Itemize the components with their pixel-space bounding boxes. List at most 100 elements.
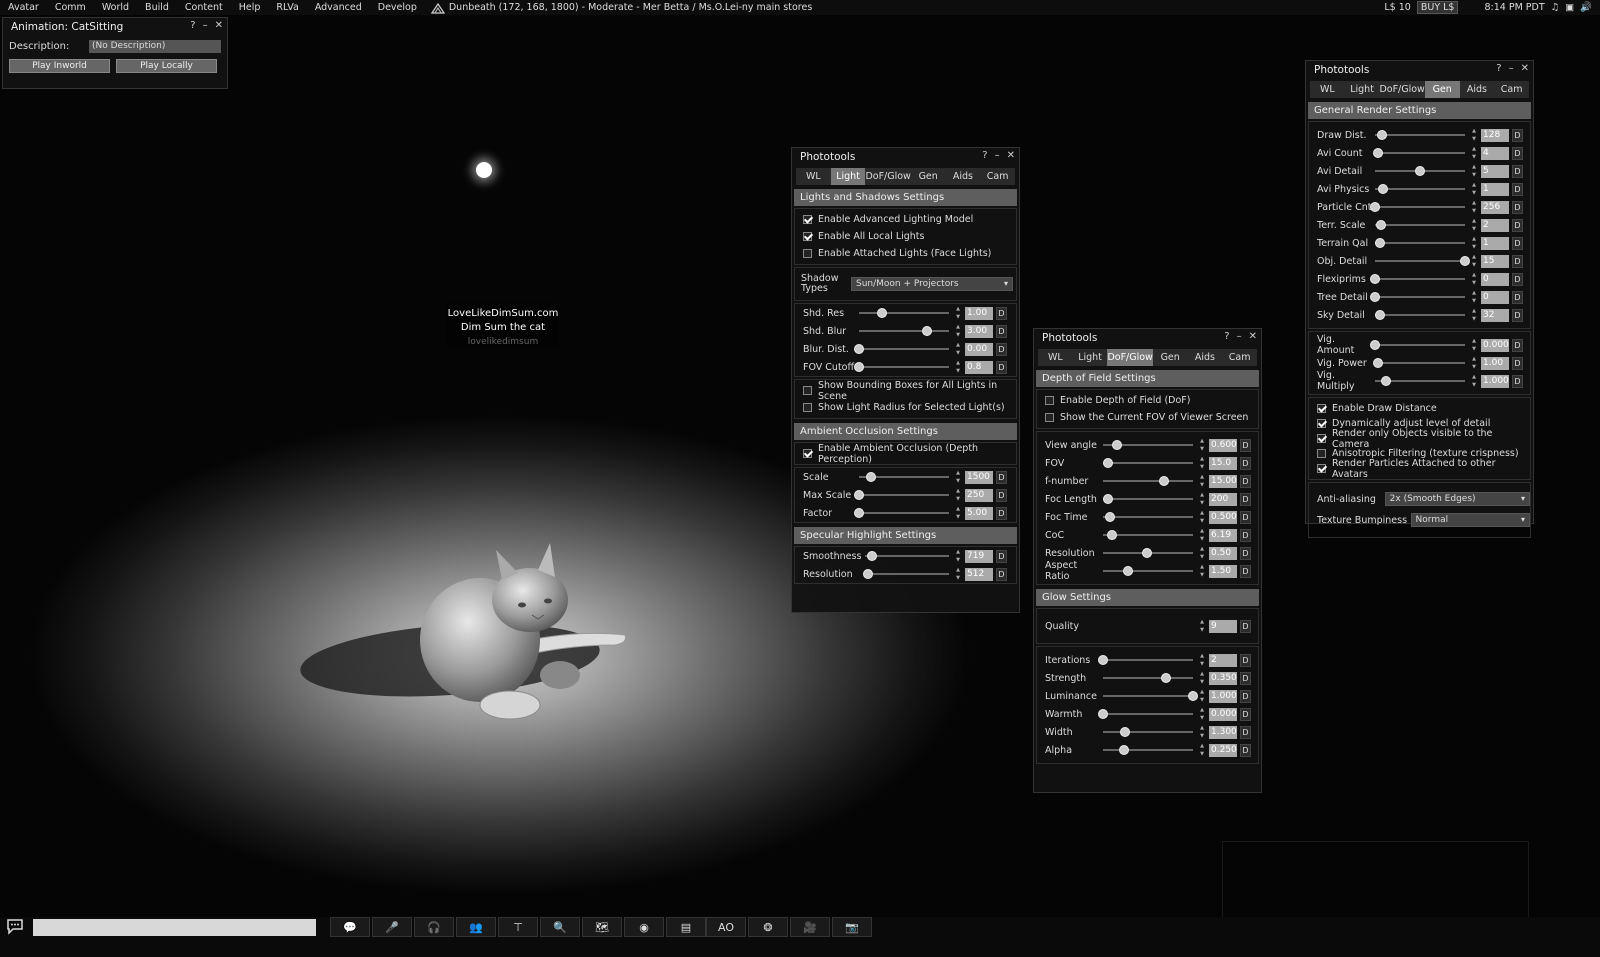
default-button[interactable]: D — [1240, 689, 1251, 703]
slider-handle[interactable] — [1376, 220, 1387, 230]
value-field[interactable]: 0.8 — [965, 360, 993, 374]
value-field[interactable]: 0.50 — [1209, 546, 1237, 560]
value-field[interactable]: 1.300 — [1209, 725, 1237, 739]
value-field[interactable]: 5 — [1481, 164, 1509, 178]
value-field[interactable]: 0.600 — [1209, 438, 1237, 452]
slider-handle[interactable] — [1098, 709, 1108, 719]
default-button[interactable]: D — [996, 488, 1007, 502]
value-field[interactable]: 128 — [1481, 128, 1509, 142]
slider-handle[interactable] — [1460, 256, 1470, 266]
checkbox-row[interactable]: Show Bounding Boxes for All Lights in Sc… — [795, 380, 1016, 402]
value-field[interactable]: 1 — [1481, 182, 1509, 196]
slider[interactable] — [1375, 129, 1465, 141]
slider-handle[interactable] — [1370, 340, 1380, 350]
default-button[interactable]: D — [1240, 619, 1251, 633]
spinner[interactable]: ▲ ▼ — [955, 549, 961, 563]
slider[interactable] — [1103, 475, 1193, 487]
spinner[interactable]: ▲ ▼ — [955, 470, 961, 484]
default-button[interactable]: D — [1512, 182, 1523, 196]
nearby-chat-input[interactable] — [33, 919, 316, 936]
help-icon[interactable]: ? — [1496, 63, 1501, 74]
microphone-icon[interactable]: 🎤 — [372, 917, 412, 937]
value-field[interactable]: 2 — [1481, 218, 1509, 232]
default-button[interactable]: D — [1512, 200, 1523, 214]
help-icon[interactable]: ? — [982, 150, 987, 161]
default-button[interactable]: D — [996, 567, 1007, 581]
slider[interactable] — [1375, 219, 1465, 231]
default-button[interactable]: D — [996, 306, 1007, 320]
checkbox[interactable] — [1317, 449, 1326, 458]
default-button[interactable]: D — [1240, 743, 1251, 757]
spinner[interactable]: ▲ ▼ — [1471, 164, 1477, 178]
slider-handle[interactable] — [1119, 727, 1130, 737]
slider-handle[interactable] — [1105, 512, 1116, 522]
value-field[interactable]: 0.000 — [1209, 707, 1237, 721]
ao-button[interactable]: AO — [706, 917, 746, 937]
value-field[interactable]: 719 — [965, 549, 993, 563]
value-field[interactable]: 256 — [1481, 200, 1509, 214]
slider-handle[interactable] — [1415, 166, 1425, 176]
spinner[interactable]: ▲ ▼ — [1471, 338, 1477, 352]
value-field[interactable]: 1 — [1481, 236, 1509, 250]
default-button[interactable]: D — [1512, 236, 1523, 250]
quality-value[interactable]: 9 — [1209, 619, 1237, 633]
menu-comm[interactable]: Comm — [47, 2, 94, 13]
value-field[interactable]: 15.00 — [1209, 474, 1237, 488]
slider[interactable] — [1370, 291, 1465, 303]
value-field[interactable]: 1500 — [965, 470, 993, 484]
checkbox[interactable] — [803, 232, 812, 241]
value-field[interactable]: 1.000 — [1209, 689, 1237, 703]
default-button[interactable]: D — [996, 549, 1007, 563]
checkbox[interactable] — [803, 215, 812, 224]
slider-handle[interactable] — [921, 326, 932, 336]
value-field[interactable]: 15 — [1481, 254, 1509, 268]
checkbox-row[interactable]: Enable Advanced Lighting Model — [795, 211, 1016, 228]
inventory-icon[interactable]: ▤ — [666, 917, 706, 937]
slider-handle[interactable] — [863, 569, 874, 579]
slider[interactable] — [1374, 237, 1465, 249]
spinner[interactable]: ▲ ▼ — [1471, 182, 1477, 196]
menu-help[interactable]: Help — [231, 2, 269, 13]
tab-aids[interactable]: Aids — [1460, 81, 1495, 98]
slider-handle[interactable] — [1374, 238, 1385, 248]
checkbox[interactable] — [1317, 404, 1326, 413]
slider[interactable] — [1103, 493, 1193, 505]
spinner[interactable]: ▲ ▼ — [1199, 671, 1205, 685]
checkbox[interactable] — [1317, 419, 1326, 428]
slider[interactable] — [859, 307, 949, 319]
default-button[interactable]: D — [1512, 272, 1523, 286]
menu-develop[interactable]: Develop — [370, 2, 425, 13]
slider-handle[interactable] — [1380, 376, 1391, 386]
checkbox[interactable] — [1045, 396, 1054, 405]
minimap-icon[interactable]: ◉ — [624, 917, 664, 937]
default-button[interactable]: D — [1512, 218, 1523, 232]
checkbox[interactable] — [803, 403, 812, 412]
play-locally-button[interactable]: Play Locally — [116, 59, 217, 73]
tab-light[interactable]: Light — [1345, 81, 1380, 98]
slider-handle[interactable] — [1377, 130, 1388, 140]
value-field[interactable]: 0.000 — [1481, 338, 1509, 352]
media-icon[interactable]: ▣ — [1565, 2, 1574, 13]
tab-gen[interactable]: Gen — [1153, 349, 1188, 366]
spinner[interactable]: ▲ ▼ — [1199, 619, 1205, 633]
default-button[interactable]: D — [1240, 653, 1251, 667]
slider[interactable] — [1103, 565, 1193, 577]
default-button[interactable]: D — [1512, 164, 1523, 178]
default-button[interactable]: D — [1240, 474, 1251, 488]
tab-cam[interactable]: Cam — [1494, 81, 1529, 98]
volume-icon[interactable]: 🔊 — [1580, 2, 1592, 13]
checkbox[interactable] — [803, 449, 812, 458]
slider-handle[interactable] — [876, 308, 887, 318]
spinner[interactable]: ▲ ▼ — [1199, 510, 1205, 524]
value-field[interactable]: 32 — [1481, 308, 1509, 322]
slider-handle[interactable] — [1103, 458, 1114, 468]
slider-handle[interactable] — [854, 490, 864, 500]
tab-cam[interactable]: Cam — [980, 168, 1015, 185]
spinner[interactable]: ▲ ▼ — [1471, 200, 1477, 214]
slider[interactable] — [1098, 708, 1193, 720]
value-field[interactable]: 0.500 — [1209, 510, 1237, 524]
value-field[interactable]: 1.50 — [1209, 564, 1237, 578]
default-button[interactable]: D — [996, 360, 1007, 374]
slider[interactable] — [1103, 672, 1193, 684]
slider-handle[interactable] — [1159, 476, 1170, 486]
